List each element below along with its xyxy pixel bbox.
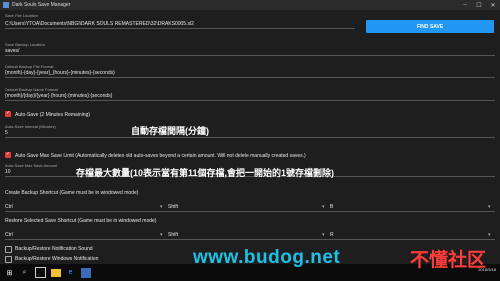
browser-icon[interactable]: e xyxy=(65,267,76,278)
restore-shortcut-key[interactable]: R xyxy=(330,232,334,238)
auto-save-interval-label: Auto-Save Interval (Minutes) xyxy=(5,124,56,129)
restore-shortcut-modifier-2[interactable]: Shift xyxy=(168,232,178,238)
create-shortcut-heading: Create Backup Shortcut (Game must be in … xyxy=(5,190,139,196)
restore-shortcut-heading: Restore Selected Save Shortcut (Game mus… xyxy=(5,218,157,224)
chevron-down-icon[interactable]: ▾ xyxy=(322,204,325,210)
windows-notification-label: Backup/Restore Windows Notification xyxy=(15,256,99,262)
auto-save-max-field[interactable]: 10 xyxy=(5,169,11,175)
create-shortcut-underline xyxy=(5,211,495,212)
backup-location-field[interactable]: saves/ xyxy=(5,48,19,54)
auto-save-limit-label: Auto-Save Max Save Limit (Automatically … xyxy=(15,153,306,159)
task-view-icon[interactable] xyxy=(35,267,46,278)
auto-save-limit-checkbox[interactable] xyxy=(5,151,11,158)
chevron-down-icon[interactable]: ▾ xyxy=(160,204,163,210)
auto-save-max-label: Auto-Save Max Save Amount xyxy=(5,163,58,168)
taskbar-clock: 2018/5/18 xyxy=(478,267,496,272)
auto-save-interval-annotation: 自動存檔間隔(分鐘) xyxy=(131,126,209,136)
restore-shortcut-underline xyxy=(5,239,495,240)
window-title: Dark Souls Save Manager xyxy=(12,2,71,8)
auto-save-max-annotation: 存檔最大數量(10表示當有第11個存檔,會把一開始的1號存檔刪除) xyxy=(76,168,335,178)
notification-sound-label: Backup/Restore Notification Sound xyxy=(15,246,93,252)
backup-location-label: Save Backup Location xyxy=(5,42,45,47)
close-icon[interactable]: ✕ xyxy=(486,0,500,10)
windows-start-icon[interactable]: ⊞ xyxy=(4,267,15,278)
save-file-location-underline xyxy=(5,28,355,29)
auto-save-interval-underline xyxy=(5,137,495,138)
save-file-location-label: Save File Location xyxy=(5,13,38,18)
app-icon xyxy=(3,2,9,8)
watermark-url: www.budog.net xyxy=(193,247,341,268)
backup-file-format-field[interactable]: {month}-{day}-{year}_{hours}-{minutes}-{… xyxy=(5,70,115,76)
chevron-down-icon[interactable]: ▾ xyxy=(488,232,491,238)
watermark-brand: 不懂社区 xyxy=(410,250,487,271)
create-shortcut-modifier-1[interactable]: Ctrl xyxy=(5,204,13,210)
chevron-down-icon[interactable]: ▾ xyxy=(488,204,491,210)
auto-save-label: Auto-Save (2 Minutes Remaining) xyxy=(15,112,91,118)
app-taskbar-icon[interactable] xyxy=(81,267,91,278)
backup-name-format-label: Default Backup Name Format xyxy=(5,87,58,92)
backup-location-underline xyxy=(5,55,495,56)
search-icon[interactable]: ⌕ xyxy=(19,267,30,278)
backup-file-format-underline xyxy=(5,77,495,78)
auto-save-interval-field[interactable]: 5 xyxy=(5,130,8,136)
find-save-button[interactable]: FIND SAVE xyxy=(366,20,494,33)
folder-icon[interactable] xyxy=(51,268,61,277)
minimize-icon[interactable]: – xyxy=(458,0,472,10)
maximize-icon[interactable]: ☐ xyxy=(472,0,486,10)
notification-sound-checkbox[interactable] xyxy=(5,246,12,253)
chevron-down-icon[interactable]: ▾ xyxy=(322,232,325,238)
restore-shortcut-modifier-1[interactable]: Ctrl xyxy=(5,232,13,238)
backup-file-format-label: Default Backup File Format xyxy=(5,64,54,69)
backup-name-format-underline xyxy=(5,100,495,101)
chevron-down-icon[interactable]: ▾ xyxy=(160,232,163,238)
windows-notification-checkbox[interactable] xyxy=(5,256,12,263)
create-shortcut-modifier-2[interactable]: Shift xyxy=(168,204,178,210)
create-shortcut-key[interactable]: B xyxy=(330,204,333,210)
backup-name-format-field[interactable]: {month}/{day}/{year} {hours}:{minutes}:{… xyxy=(5,93,112,99)
title-bar: Dark Souls Save Manager – ☐ ✕ xyxy=(0,0,500,10)
auto-save-checkbox[interactable] xyxy=(5,110,11,117)
save-file-location-field[interactable]: C:\Users\YTOA\Documents\NBGI\DARK SOULS … xyxy=(5,21,194,27)
